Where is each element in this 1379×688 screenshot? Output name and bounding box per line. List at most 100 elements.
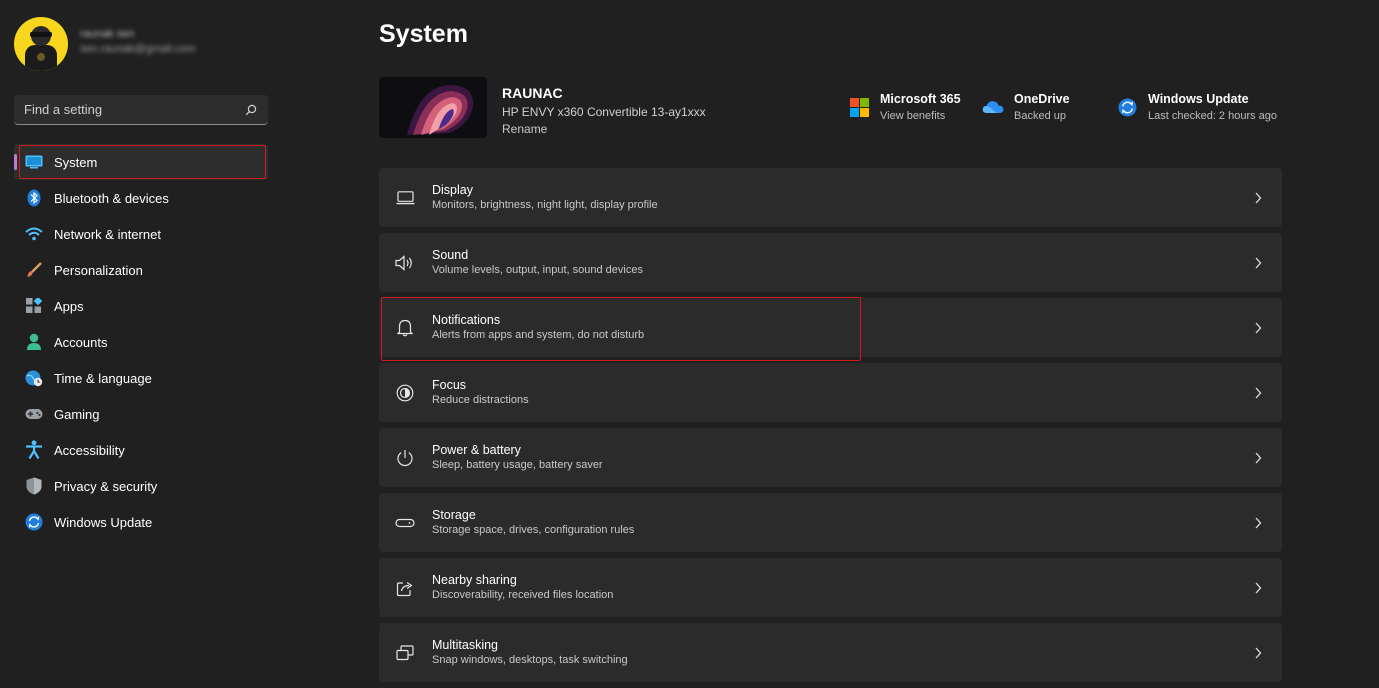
device-info: RAUNAC HP ENVY x360 Convertible 13-ay1xx… [502, 84, 706, 138]
card-title: Display [432, 182, 473, 197]
main-content: System RAUNAC HP ENVY x360 Convertible 1… [379, 0, 1282, 685]
share-icon [395, 578, 415, 598]
quick-link-microsoft-365[interactable]: Microsoft 365 View benefits [848, 91, 961, 125]
sidebar-item-label: Accounts [54, 334, 108, 350]
sidebar-item-label: Privacy & security [54, 478, 158, 494]
device-model: HP ENVY x360 Convertible 13-ay1xxx [502, 105, 706, 119]
sidebar: raunak sen sen.raunak@gmail.com Find a s… [0, 0, 280, 685]
multitask-icon [395, 643, 415, 663]
card-title: Focus [432, 377, 467, 392]
cloud-icon [982, 96, 1004, 118]
power-icon [395, 448, 415, 468]
sidebar-item-privacy[interactable]: Privacy & security [14, 468, 268, 504]
sidebar-item-windows-update[interactable]: Windows Update [14, 504, 268, 540]
card-title: Storage [432, 507, 476, 522]
avatar [14, 17, 68, 71]
apps-icon [24, 296, 44, 316]
speaker-icon [395, 253, 415, 273]
globe-clock-icon [24, 368, 44, 388]
settings-card-multitasking[interactable]: Multitasking Snap windows, desktops, tas… [379, 623, 1282, 682]
bluetooth-icon [24, 188, 44, 208]
card-subtitle: Alerts from apps and system, do not dist… [432, 328, 645, 341]
card-subtitle: Sleep, battery usage, battery saver [432, 458, 603, 471]
chevron-right-icon [1248, 578, 1268, 598]
storage-icon [395, 513, 415, 533]
chevron-right-icon [1248, 643, 1268, 663]
card-subtitle: Volume levels, output, input, sound devi… [432, 263, 643, 276]
sidebar-item-network[interactable]: Network & internet [14, 216, 268, 252]
device-wallpaper-thumbnail[interactable] [379, 77, 487, 138]
quick-link-subtitle: Last checked: 2 hours ago [1148, 110, 1278, 122]
quick-link-subtitle: View benefits [880, 110, 946, 122]
quick-link-title: Windows Update [1148, 92, 1249, 106]
user-profile[interactable]: raunak sen sen.raunak@gmail.com [14, 17, 196, 71]
sidebar-item-label: Network & internet [54, 226, 161, 242]
sidebar-item-label: Personalization [54, 262, 143, 278]
card-title: Multitasking [432, 637, 498, 652]
chevron-right-icon [1248, 448, 1268, 468]
settings-card-power-battery[interactable]: Power & battery Sleep, battery usage, ba… [379, 428, 1282, 487]
update-icon [1116, 96, 1138, 118]
sidebar-item-gaming[interactable]: Gaming [14, 396, 268, 432]
card-subtitle: Snap windows, desktops, task switching [432, 653, 628, 666]
chevron-right-icon [1248, 318, 1268, 338]
quick-link-subtitle: Backed up [1014, 110, 1066, 122]
monitor-icon [395, 188, 415, 208]
sidebar-item-accounts[interactable]: Accounts [14, 324, 268, 360]
card-subtitle: Reduce distractions [432, 393, 529, 406]
settings-card-nearby-sharing[interactable]: Nearby sharing Discoverability, received… [379, 558, 1282, 617]
card-title: Sound [432, 247, 469, 262]
profile-name: raunak sen [80, 28, 135, 40]
focus-icon [395, 383, 415, 403]
wifi-icon [24, 224, 44, 244]
search-icon[interactable] [244, 103, 258, 117]
card-title: Nearby sharing [432, 572, 517, 587]
page-title: System [379, 20, 468, 48]
settings-card-notifications[interactable]: Notifications Alerts from apps and syste… [379, 298, 1282, 357]
sidebar-item-bluetooth[interactable]: Bluetooth & devices [14, 180, 268, 216]
system-icon [24, 152, 44, 172]
quick-link-title: OneDrive [1014, 92, 1070, 106]
settings-card-focus[interactable]: Focus Reduce distractions [379, 363, 1282, 422]
card-subtitle: Discoverability, received files location [432, 588, 614, 601]
update-icon [24, 512, 44, 532]
shield-icon [24, 476, 44, 496]
sidebar-item-accessibility[interactable]: Accessibility [14, 432, 268, 468]
chevron-right-icon [1248, 383, 1268, 403]
person-icon [24, 332, 44, 352]
accessibility-icon [24, 440, 44, 460]
sidebar-item-label: Windows Update [54, 514, 153, 530]
sidebar-nav: System Bluetooth & devices Network & int… [14, 144, 268, 540]
sidebar-item-personalization[interactable]: Personalization [14, 252, 268, 288]
rename-link[interactable]: Rename [502, 121, 706, 138]
gamepad-icon [24, 404, 44, 424]
sidebar-item-label: System [54, 154, 98, 170]
sidebar-item-label: Bluetooth & devices [54, 190, 169, 206]
quick-link-title: Microsoft 365 [880, 92, 961, 106]
card-subtitle: Storage space, drives, configuration rul… [432, 523, 635, 536]
sidebar-item-time-language[interactable]: Time & language [14, 360, 268, 396]
search-input[interactable]: Find a setting [14, 95, 268, 125]
quick-link-onedrive[interactable]: OneDrive Backed up [982, 91, 1070, 125]
chevron-right-icon [1248, 253, 1268, 273]
brush-icon [24, 260, 44, 280]
sidebar-item-label: Apps [54, 298, 84, 314]
card-title: Notifications [432, 312, 501, 327]
settings-card-list: Display Monitors, brightness, night ligh… [379, 168, 1282, 688]
sidebar-item-label: Time & language [54, 370, 152, 386]
bell-icon [395, 318, 415, 338]
settings-card-sound[interactable]: Sound Volume levels, output, input, soun… [379, 233, 1282, 292]
chevron-right-icon [1248, 513, 1268, 533]
device-name: RAUNAC [502, 85, 563, 101]
sidebar-item-label: Accessibility [54, 442, 125, 458]
microsoft-logo-icon [848, 96, 870, 118]
sidebar-item-apps[interactable]: Apps [14, 288, 268, 324]
settings-card-storage[interactable]: Storage Storage space, drives, configura… [379, 493, 1282, 552]
sidebar-item-label: Gaming [54, 406, 100, 422]
profile-email: sen.raunak@gmail.com [80, 43, 196, 55]
search-placeholder: Find a setting [24, 102, 103, 117]
settings-card-display[interactable]: Display Monitors, brightness, night ligh… [379, 168, 1282, 227]
card-subtitle: Monitors, brightness, night light, displ… [432, 198, 658, 211]
quick-link-windows-update[interactable]: Windows Update Last checked: 2 hours ago [1116, 91, 1277, 125]
sidebar-item-system[interactable]: System [14, 144, 268, 180]
